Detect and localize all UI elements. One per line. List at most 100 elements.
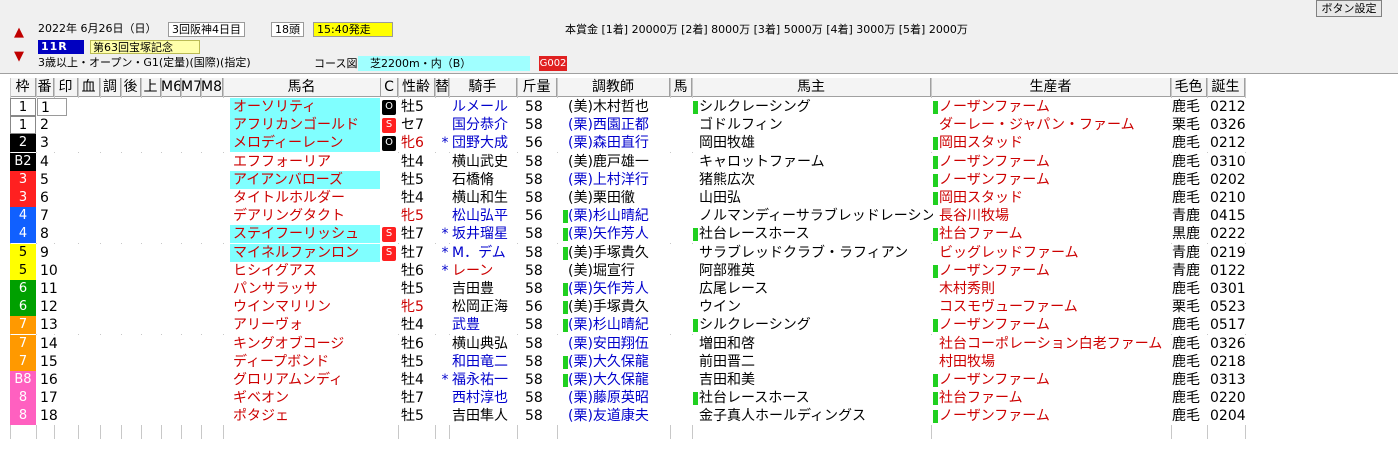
column-header[interactable]: 後: [121, 78, 141, 97]
column-header[interactable]: 番: [36, 78, 54, 97]
birth-date: 0222: [1210, 226, 1246, 243]
horse-number: 10: [40, 262, 58, 279]
owner-name: ノルマンディーサラブレッドレーシング: [699, 208, 933, 225]
column-header[interactable]: 調教師: [557, 78, 670, 97]
jockey-name: レーン: [452, 262, 494, 279]
column-header[interactable]: 騎手: [449, 78, 517, 97]
column-header[interactable]: C: [381, 78, 398, 97]
column-header[interactable]: 替: [435, 78, 449, 97]
sex-age: セ7: [401, 117, 424, 134]
horse-badge: O: [382, 100, 396, 115]
table-row[interactable]: 6 12 ウインマリリン 牝5 松岡正海 56 (美)手塚貴久 ウイン コスモヴューファーム 栗毛…: [0, 298, 1248, 317]
horse-name: ステイフーリッシュ: [230, 225, 380, 244]
coat-color: 黒鹿: [1172, 226, 1200, 243]
column-header[interactable]: 枠: [10, 78, 36, 97]
weight: 58: [525, 117, 543, 134]
waku-number: 1: [10, 116, 36, 135]
table-row[interactable]: 7 14 キングオブコージ 牡6 横山典弘 58 (栗)安田翔伍 増田和啓 社台コーポレーション…: [0, 334, 1248, 353]
breeder-name: ノーザンファーム: [939, 408, 1050, 425]
horse-name: ウインマリリン: [233, 299, 331, 316]
table-row[interactable]: 8 17 ギベオン 牡7 西村淳也 58 (栗)藤原英昭 社台レースホース 社台ファーム 鹿毛 02…: [0, 389, 1248, 408]
horse-name: パンサラッサ: [233, 281, 318, 297]
owner-name: 前田晋二: [699, 353, 755, 370]
settings-button[interactable]: ボタン設定: [1316, 0, 1382, 17]
meeting-info: 3回阪神4日目: [168, 22, 245, 37]
owner-name: ゴドルフィン: [699, 117, 783, 134]
horse-number: 11: [40, 281, 58, 297]
table-row[interactable]: B2 4 エフフォーリア 牡4 横山武史 58 (美)鹿戸雄一 キャロットファーム ノーザンファ…: [0, 152, 1248, 171]
birth-date: 0523: [1210, 299, 1246, 316]
jockey-name: 団野大成: [452, 135, 508, 152]
table-row[interactable]: 4 7 デアリングタクト 牝5 松山弘平 56 (栗)杉山晴紀 ノルマンディーサラブレッドレー…: [0, 207, 1248, 226]
breeder-name: 岡田スタッド: [939, 135, 1023, 152]
column-header[interactable]: 誕生: [1207, 78, 1245, 97]
table-row[interactable]: B8 16 グロリアムンディ 牡4 * 福永祐一 58 (栗)大久保龍 吉田和美 ノーザンファーム…: [0, 371, 1248, 389]
sex-age: 牡5: [401, 281, 424, 297]
sex-age: 牡4: [401, 317, 424, 334]
column-header[interactable]: 血: [78, 78, 100, 97]
table-row[interactable]: 1 2 アフリカンゴールド S セ7 国分恭介 58 (栗)西園正都 ゴドルフィン ダーレー・ジャ…: [0, 116, 1248, 135]
column-header[interactable]: M8: [201, 78, 223, 97]
coat-color: 鹿毛: [1172, 190, 1200, 206]
table-row[interactable]: 3 5 アイアンバローズ 牡5 石橋脩 58 (栗)上村洋行 猪熊広次 ノーザンファーム 鹿毛 02…: [0, 170, 1248, 189]
waku-number: B8: [10, 371, 36, 389]
jockey-change-mark: [440, 280, 450, 298]
table-row[interactable]: 7 15 ディープボンド 牡5 和田竜二 58 (栗)大久保龍 前田晋二 村田牧場 鹿毛 0218: [0, 352, 1248, 371]
horse-number: 15: [40, 353, 58, 370]
column-header[interactable]: 上: [141, 78, 161, 97]
column-header[interactable]: M6: [161, 78, 181, 97]
horse-number: 16: [40, 372, 58, 388]
sex-age: 牡5: [401, 353, 424, 370]
course-map-button[interactable]: コース図: [314, 57, 357, 71]
race-date: 2022年 6月26日（日）: [38, 22, 157, 35]
horse-number: 13: [40, 317, 58, 334]
table-row[interactable]: 5 10 ヒシイグアス 牡6 * レーン 58 (美)堀宣行 阿部雅英 ノーザンファーム 青鹿 012…: [0, 261, 1248, 280]
birth-date: 0218: [1210, 353, 1246, 370]
column-header[interactable]: 性齢: [398, 78, 435, 97]
table-row[interactable]: 3 6 タイトルホルダー 牡4 横山和生 58 (美)栗田徹 山田弘 岡田スタッド 鹿毛 0210: [0, 189, 1248, 207]
column-header[interactable]: 毛色: [1171, 78, 1207, 97]
trainer-name: (美)手塚貴久: [568, 244, 649, 261]
arrow-up-icon[interactable]: ▲: [12, 26, 26, 40]
jockey-change-mark: *: [441, 262, 449, 279]
column-header[interactable]: 印: [54, 78, 78, 97]
column-header[interactable]: 斤量: [517, 78, 557, 97]
owner-name: キャロットファーム: [699, 153, 825, 170]
coat-color: 鹿毛: [1172, 372, 1200, 388]
horse-number: 1: [37, 98, 67, 116]
table-row[interactable]: 1 1 オーソリティ O 牡5 ルメール 58 (美)木村哲也 シルクレーシング ノーザンファーム…: [0, 98, 1248, 116]
horse-number: 7: [40, 208, 49, 225]
birth-date: 0220: [1210, 390, 1246, 407]
column-header[interactable]: 馬名: [223, 78, 381, 97]
column-header[interactable]: M7: [181, 78, 201, 97]
breeder-name: 長谷川牧場: [939, 208, 1009, 225]
table-row[interactable]: 5 9 マイネルファンロン S 牡7 * M．デム 58 (美)手塚貴久 サラブレッドクラブ・ラフ…: [0, 243, 1248, 262]
arrow-down-icon[interactable]: ▼: [12, 50, 26, 64]
birth-date: 0202: [1210, 171, 1246, 188]
owner-name: 山田弘: [699, 190, 741, 206]
waku-number: 3: [10, 170, 36, 189]
coat-color: 青鹿: [1172, 244, 1200, 261]
column-header[interactable]: 馬: [670, 78, 692, 97]
table-row[interactable]: 7 13 アリーヴォ 牡4 武豊 58 (栗)杉山晴紀 シルクレーシング ノーザンファーム 鹿毛 0…: [0, 316, 1248, 335]
birth-date: 0313: [1210, 372, 1246, 388]
trainer-name: (栗)森田直行: [568, 135, 649, 152]
jockey-change-mark: [440, 207, 450, 225]
course-info: 芝2200m・内（B）: [358, 56, 530, 71]
jockey-change-mark: [440, 389, 450, 407]
breeder-name: ノーザンファーム: [939, 317, 1050, 334]
horse-badge: S: [382, 118, 396, 134]
table-row[interactable]: 6 11 パンサラッサ 牡5 吉田豊 58 (栗)矢作芳人 広尾レース 木村秀則 鹿毛 0301: [0, 280, 1248, 298]
breeder-name: ノーザンファーム: [939, 171, 1050, 188]
table-row[interactable]: 4 8 ステイフーリッシュ S 牡7 * 坂井瑠星 58 (栗)矢作芳人 社台レースホース 社台ファ…: [0, 225, 1248, 244]
breeder-name: ダーレー・ジャパン・ファーム: [939, 117, 1135, 134]
table-row[interactable]: 8 18 ポタジェ 牡5 吉田隼人 58 (栗)友道康夫 金子真人ホールディングス ノーザンファ…: [0, 407, 1248, 426]
horse-name: アリーヴォ: [233, 317, 303, 334]
jockey-change-mark: *: [441, 226, 449, 243]
horse-number: 8: [40, 226, 49, 243]
table-row[interactable]: 2 3 メロディーレーン O 牝6 * 団野大成 56 (栗)森田直行 岡田牧雄 岡田スタッド 鹿毛 0…: [0, 134, 1248, 153]
column-header[interactable]: 調: [100, 78, 121, 97]
column-header[interactable]: 生産者: [931, 78, 1171, 97]
column-header[interactable]: 馬主: [692, 78, 931, 97]
sex-age: 牡7: [401, 244, 424, 261]
